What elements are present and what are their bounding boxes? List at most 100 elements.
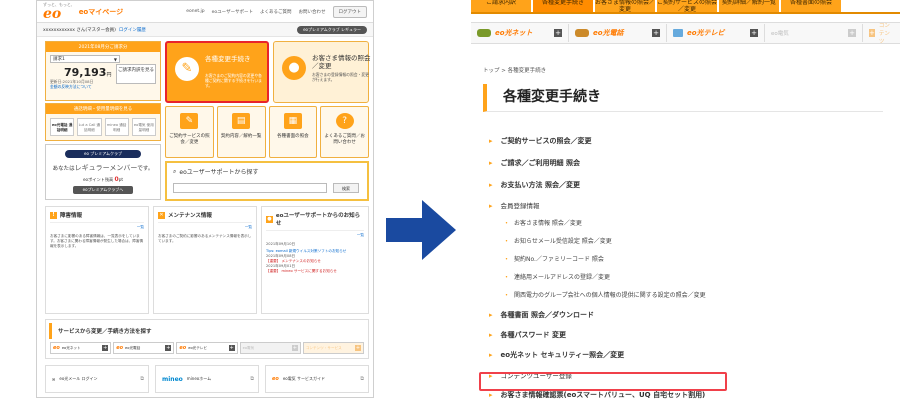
billing-reflect-link[interactable]: 金額の反映方法について (50, 84, 160, 89)
menu-item-service[interactable]: ご契約サービスの照会／変更 (489, 136, 592, 146)
maintenance-list-link[interactable]: 一覧 (158, 225, 252, 230)
service-search-panel: サービスから変更／手続き方法を探す eo eo光ネット + eo eo光電話 + eo e… (45, 319, 369, 359)
mypage-title: eoマイページ (78, 7, 124, 16)
tab-contract-list[interactable]: 契約詳細／解約一覧 (719, 0, 779, 12)
service-tab-label: eo光電話 (125, 345, 141, 350)
menu-subitem-mail-setting[interactable]: お知らせメール受信設定 照会／変更 (503, 236, 612, 246)
faq-card[interactable]: ? よくあるご質問／お問い合わせ (320, 106, 369, 158)
premium-club-button[interactable]: eoプレミアムクラブへ (73, 186, 133, 194)
member-panel: eo プレミアムクラブ あなたはレギュラーメンバーです。 eoポイント残高 0p… (45, 144, 161, 200)
eo-electric-guide-link[interactable]: eo eo電気 サービスガイド ⧉ (265, 365, 369, 393)
arrow-right-icon (386, 200, 456, 260)
club-status-pill[interactable]: eoプレミアムクラブ レギュラー (297, 25, 367, 34)
menu-item-documents[interactable]: 各種書面 照会／ダウンロード (489, 310, 594, 320)
tool-mineo[interactable]: mineo 通話明細 (104, 118, 129, 136)
member-status: レギュラーメンバー (74, 164, 138, 172)
plus-icon: + (355, 345, 362, 351)
outage-info-panel: ! 障害情報 一覧 お客さまに影響のある障害情報は、一覧表示をしています。お客さま… (45, 206, 149, 314)
billing-panel: 2021年08月分ご請求分 請求1 79,193円 ご請求内訳を見る 更新日:2… (45, 41, 161, 101)
user-name: xxxxxxxxxxxx さん(マスター会員) (43, 27, 116, 33)
top-nav: eonet.jp eoユーザーサポート よくあるご質問 お問い合わせ ログアウト (186, 5, 367, 18)
nav-faq[interactable]: よくあるご質問 (260, 9, 292, 15)
service-tab-net[interactable]: eo光ネット + (471, 24, 569, 42)
service-tab-contents[interactable]: + コンテンツ (863, 23, 900, 45)
edit-icon: ✎ (175, 57, 199, 81)
service-tab-phone[interactable]: eo eo光電話 + (113, 342, 175, 354)
support-search-input[interactable] (173, 183, 327, 193)
service-tab-electric[interactable]: eo電気 + (765, 24, 863, 42)
amount-unit: 円 (106, 72, 112, 78)
eo-logo-mini: eo (179, 345, 187, 351)
mineo-home-link[interactable]: mineo mineoホーム ⧉ (155, 365, 259, 393)
usage-details-panel: 通話明細・使用量明細を見る eo光電話 通話明細 Lut a Call 通話明細… (45, 103, 161, 141)
tool-eo-phone[interactable]: eo光電話 通話明細 (50, 118, 75, 136)
service-tab-phone[interactable]: eo光電話 + (569, 24, 667, 42)
news-item[interactable]: 【重要】 mineo サービスに関するお知らせ (266, 269, 364, 274)
tool-eo-electric[interactable]: eo電気 使用量明細 (131, 118, 156, 136)
service-label: eo光ネット (495, 29, 533, 37)
tab-customer-info[interactable]: お客さま情報の照会／変更 (595, 0, 655, 12)
menu-item-member-info[interactable]: 会員登録情報 (489, 200, 540, 210)
service-label: eo光テレビ (687, 29, 725, 37)
service-label: eo光電話 (593, 29, 624, 37)
nav-support[interactable]: eoユーザーサポート (212, 9, 253, 15)
service-tab-electric[interactable]: eo電気 + (239, 342, 301, 354)
book-icon: ▦ (283, 113, 302, 129)
plus-icon: + (848, 29, 856, 37)
menu-subitem-family-code[interactable]: 契約No.／ファミリーコード 照会 (503, 254, 604, 264)
main-tabs: ご請求内訳 各種変更手続き お客さま情報の照会／変更 ご契約サービスの照会／変更… (471, 0, 900, 14)
service-tab-contents[interactable]: コンテンツ・サービス + (302, 342, 365, 354)
outage-list-link[interactable]: 一覧 (50, 225, 144, 230)
menu-item-payment[interactable]: お支払い方法 照会／変更 (489, 180, 580, 190)
tool-lut-a-call[interactable]: Lut a Call 通話明細 (77, 118, 102, 136)
plus-icon: + (102, 345, 109, 351)
support-search-title: eoユーザーサポートから探す (179, 169, 259, 176)
menu-subitem-customer-info[interactable]: お客さま情報 照会／変更 (503, 218, 582, 228)
menu-item-security[interactable]: eo光ネット セキュリティー照会／変更 (489, 350, 625, 360)
menu-subitem-kepco-group[interactable]: 関西電力のグループ会社への個人情報の提供に関する設定の照会／変更 (503, 290, 706, 300)
contract-list-card[interactable]: ▤ 契約内容／解約一覧 (216, 106, 266, 158)
news-date: 2021年09月10日 (266, 242, 296, 246)
service-tab-net[interactable]: eo eo光ネット + (50, 342, 112, 354)
menu-item-customer-confirmation[interactable]: お客さま情報確認票(eoスマートバリュー、UQ 自宅セット割用) (489, 390, 706, 400)
support-news-list-link[interactable]: 一覧 (266, 233, 364, 238)
tab-change-procedures[interactable]: 各種変更手続き (533, 0, 593, 12)
service-tab-label: eo光ネット (61, 345, 81, 350)
customer-info-card[interactable]: ● お客さま情報の照会／変更 お客さまの登録情報の照会・変更が行えます。 (273, 41, 371, 103)
login-history-link[interactable]: ログイン履歴 (119, 27, 146, 33)
tab-service-info[interactable]: ご契約サービスの照会／変更 (657, 0, 717, 12)
tab-documents[interactable]: 各種書面の照会 (781, 0, 841, 12)
change-procedures-card[interactable]: ✎ 各種変更手続き お客さまのご契約内容の変更や各種ご契約に関する手続きを行いま… (165, 41, 269, 103)
maintenance-title-row: ✕ メンテナンス情報 (158, 211, 252, 223)
question-icon: ? (335, 113, 354, 129)
maintenance-title: メンテナンス情報 (168, 213, 212, 219)
premium-club-pill: eo プレミアムクラブ (65, 150, 141, 158)
service-change-card[interactable]: ✎ ご契約サービスの照会／変更 (165, 106, 214, 158)
nav-contact[interactable]: お問い合わせ (299, 9, 326, 15)
tab-billing[interactable]: ご請求内訳 (471, 0, 531, 12)
billing-detail-button[interactable]: ご請求内訳を見る (116, 64, 156, 84)
amount-value: 79,193 (64, 66, 107, 79)
outage-title: 障害情報 (60, 213, 83, 219)
net-icon (477, 29, 491, 37)
service-tabs-bar: eo光ネット + eo光電話 + eo光テレビ + eo電気 + + コンテンツ (471, 22, 900, 45)
documents-card[interactable]: ▦ 各種書面の照会 (268, 106, 318, 158)
menu-item-passwords[interactable]: 各種パスワード 変更 (489, 330, 566, 340)
billing-select[interactable]: 請求1 (50, 55, 120, 63)
menu-item-billing[interactable]: ご請求／ご利用明細 照会 (489, 158, 580, 168)
eo-mail-login-link[interactable]: ✉ eo光メール ログイン ⧉ (45, 365, 149, 393)
mineo-logo: mineo (162, 375, 183, 383)
maintenance-info-panel: ✕ メンテナンス情報 一覧 お客さまのご契約に影響のあるメンテナンス情報を表示して… (153, 206, 257, 314)
small-cards-row: ✎ ご契約サービスの照会／変更 ▤ 契約内容／解約一覧 ▦ 各種書面の照会 ? … (165, 106, 369, 158)
service-tab-tv[interactable]: eo光テレビ + (667, 24, 765, 42)
logout-button[interactable]: ログアウト (332, 5, 367, 18)
service-tab-tv[interactable]: eo eo光テレビ + (176, 342, 238, 354)
support-search-button[interactable]: 検索 (333, 183, 359, 193)
menu-subitem-contact-email[interactable]: 連絡用メールアドレスの登録／変更 (503, 272, 610, 282)
eo-logo[interactable]: ずっと、もっと、 eo (43, 2, 75, 21)
nav-eonet[interactable]: eonet.jp (186, 9, 204, 14)
service-change-label: ご契約サービスの照会／変更 (169, 134, 210, 145)
mineo-label: mineoホーム (186, 376, 212, 381)
breadcrumb[interactable]: トップ > 各種変更手続き (483, 66, 546, 74)
eo-electric-label: eo電気 サービスガイド (282, 376, 326, 381)
